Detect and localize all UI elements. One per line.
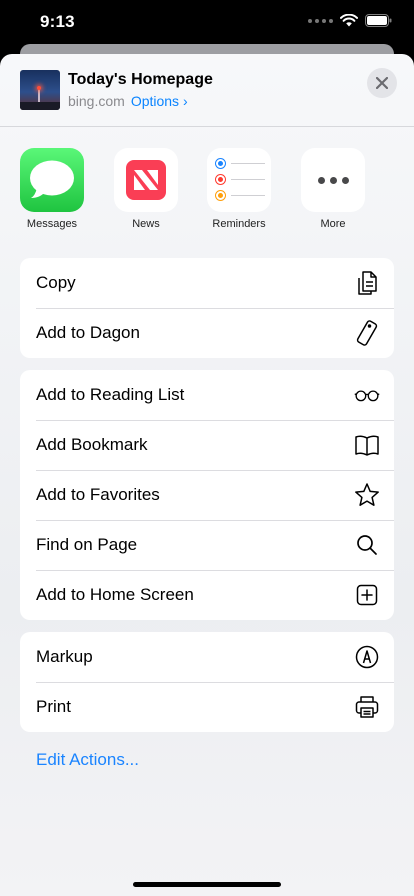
- action-add-to-home-screen[interactable]: Add to Home Screen: [20, 570, 394, 620]
- action-add-to-reading-list[interactable]: Add to Reading List: [20, 370, 394, 420]
- action-label: Add to Reading List: [36, 385, 185, 404]
- close-button[interactable]: [367, 68, 397, 98]
- action-group-3: Markup Print: [20, 632, 394, 732]
- search-icon: [354, 532, 380, 558]
- action-add-bookmark[interactable]: Add Bookmark: [20, 420, 394, 470]
- page-title: Today's Homepage: [68, 71, 213, 88]
- share-app-label: Reminders: [212, 218, 266, 230]
- share-sheet-header: Today's Homepage bing.com Options ›: [0, 54, 414, 127]
- action-label: Add to Dagon: [36, 323, 140, 342]
- share-app-label: Messages: [26, 218, 78, 230]
- dagon-icon: [354, 320, 380, 346]
- edit-actions-link[interactable]: Edit Actions...: [36, 750, 139, 770]
- action-group-1: Copy Add to Dagon: [20, 258, 394, 358]
- share-app-label: News: [132, 218, 160, 230]
- page-domain: bing.com: [68, 93, 125, 109]
- printer-icon: [354, 694, 380, 720]
- page-subtitle: bing.com Options ›: [68, 93, 188, 109]
- action-copy[interactable]: Copy: [20, 258, 394, 308]
- more-icon: [301, 148, 365, 212]
- action-label: Copy: [36, 273, 76, 292]
- glasses-icon: [354, 382, 380, 408]
- book-icon: [354, 432, 380, 458]
- action-label: Add to Favorites: [36, 485, 160, 504]
- home-indicator[interactable]: [133, 882, 281, 887]
- plus-square-icon: [354, 582, 380, 608]
- copy-icon: [354, 270, 380, 296]
- action-label: Find on Page: [36, 535, 138, 554]
- options-link[interactable]: Options ›: [131, 93, 188, 109]
- messages-icon: [20, 148, 84, 212]
- action-label: Markup: [36, 647, 93, 666]
- page-thumbnail: [20, 70, 60, 110]
- battery-icon: [365, 14, 392, 27]
- status-bar: 9:13: [0, 0, 414, 44]
- reminders-icon: [207, 148, 271, 212]
- action-print[interactable]: Print: [20, 682, 394, 732]
- action-markup[interactable]: Markup: [20, 632, 394, 682]
- status-time: 9:13: [40, 12, 75, 31]
- action-label: Print: [36, 697, 71, 716]
- share-app-reminders[interactable]: Reminders: [207, 148, 271, 230]
- action-label: Add to Home Screen: [36, 585, 194, 604]
- action-find-on-page[interactable]: Find on Page: [20, 520, 394, 570]
- action-label: Add Bookmark: [36, 435, 148, 454]
- share-apps-row: Messages News Reminders More: [20, 148, 414, 238]
- signal-dots-icon: [308, 18, 333, 23]
- share-sheet: Today's Homepage bing.com Options › Messa…: [0, 54, 414, 896]
- markup-icon: [354, 644, 380, 670]
- share-app-news[interactable]: News: [114, 148, 178, 230]
- action-group-2: Add to Reading List Add Bookmark Add to …: [20, 370, 394, 620]
- news-icon: [114, 148, 178, 212]
- share-app-more[interactable]: More: [301, 148, 365, 230]
- action-add-to-dagon[interactable]: Add to Dagon: [20, 308, 394, 358]
- share-app-messages[interactable]: Messages: [20, 148, 84, 230]
- share-app-label: More: [320, 218, 346, 230]
- action-add-to-favorites[interactable]: Add to Favorites: [20, 470, 394, 520]
- wifi-icon: [340, 14, 358, 27]
- status-icons: [308, 14, 392, 27]
- close-icon: [376, 77, 388, 89]
- star-icon: [354, 482, 380, 508]
